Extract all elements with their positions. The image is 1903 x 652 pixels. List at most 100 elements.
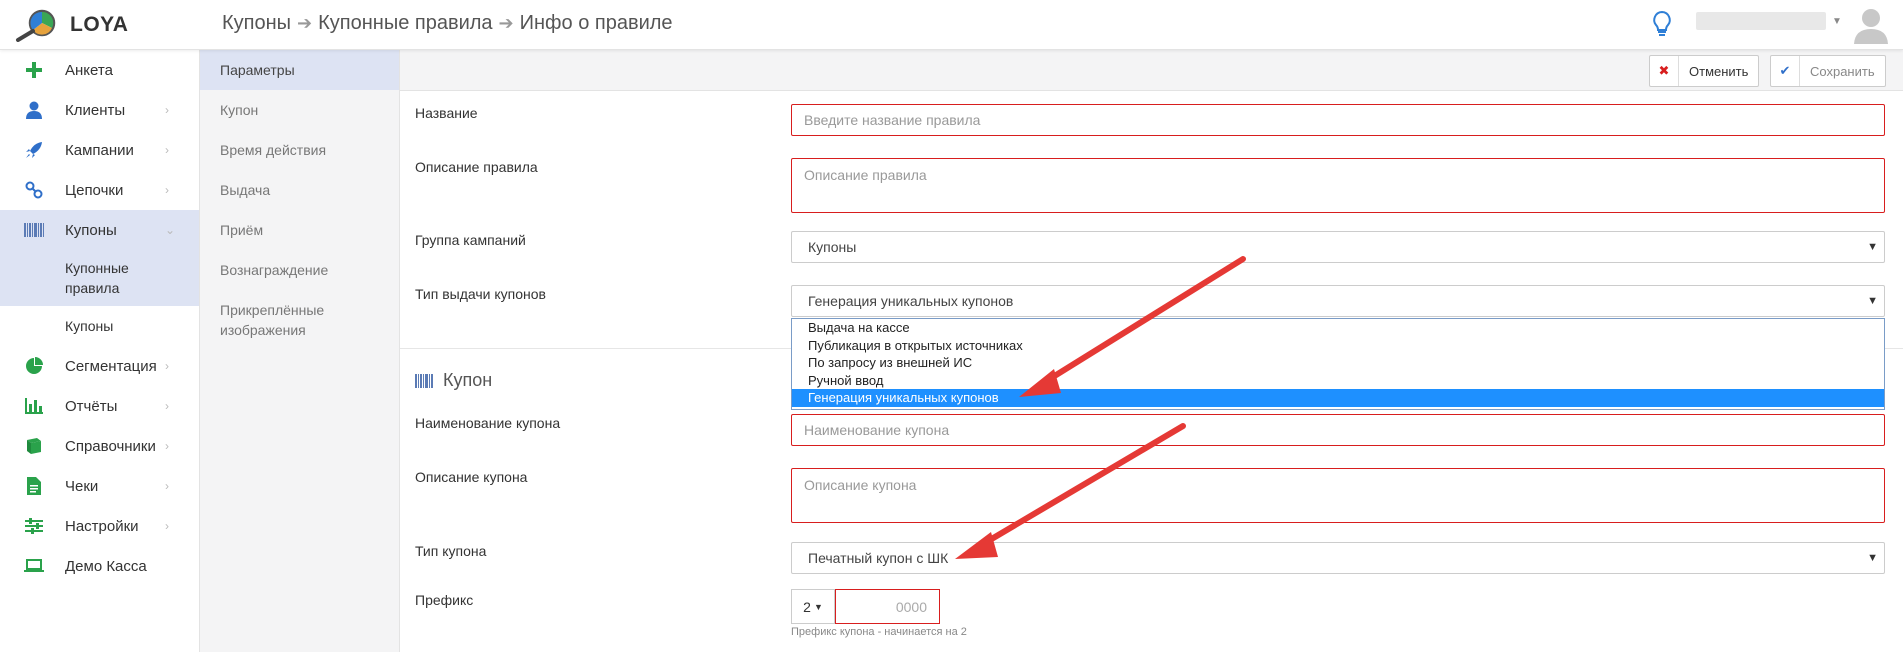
check-icon: ✔	[1771, 56, 1800, 86]
caret-down-icon: ▼	[813, 601, 823, 612]
chevron-right-icon: ›	[165, 143, 169, 157]
breadcrumb-item[interactable]: Купоны	[222, 12, 291, 35]
rule-subnav: Параметры Купон Время действия Выдача Пр…	[200, 50, 400, 652]
subnav-item-coupon[interactable]: Купон	[200, 90, 399, 130]
receipt-icon	[24, 476, 44, 496]
sidebar-item-label: Демо Касса	[65, 557, 147, 575]
caret-down-icon: ▼	[1867, 552, 1878, 564]
sidebar-item-settings[interactable]: Настройки ›	[0, 506, 199, 546]
coupon-type-label: Тип купона	[415, 543, 487, 559]
breadcrumb: Купоны ➔ Купонные правила ➔ Инфо о прави…	[222, 12, 673, 35]
chevron-down-icon: ⌄	[165, 223, 176, 237]
chevron-right-icon: ›	[165, 103, 169, 117]
sidebar-item-label: Сегментация	[65, 357, 157, 375]
sidebar-item-chains[interactable]: Цепочки ›	[0, 170, 199, 210]
app-name: LOYA	[70, 13, 129, 36]
coupon-type-select[interactable]: Печатный купон с ШК ▼	[791, 542, 1885, 574]
coupon-name-label: Наименование купона	[415, 415, 561, 431]
save-button[interactable]: ✔ Сохранить	[1770, 55, 1886, 87]
sidebar-item-segmentation[interactable]: Сегментация ›	[0, 346, 199, 386]
coupon-section-title: Купон	[415, 370, 492, 391]
lightbulb-icon[interactable]	[1651, 10, 1673, 42]
sidebar-item-label: Чеки	[65, 477, 99, 495]
top-header: LOYA Купоны ➔ Купонные правила ➔ Инфо о …	[0, 0, 1903, 50]
prefix-select[interactable]: 2 ▼	[791, 589, 835, 624]
subnav-item-images[interactable]: Прикреплённые изображения	[200, 290, 399, 350]
sliders-icon	[24, 516, 44, 536]
sidebar-item-clients[interactable]: Клиенты ›	[0, 90, 199, 130]
prefix-label: Префикс	[415, 592, 474, 608]
sidebar-item-label: Настройки	[65, 517, 139, 535]
dropdown-option[interactable]: По запросу из внешней ИС	[792, 354, 1884, 372]
subnav-item-validity[interactable]: Время действия	[200, 130, 399, 170]
toolbar: ✖ Отменить ✔ Сохранить	[400, 50, 1903, 91]
sidebar-subitem-label: Купоны	[65, 318, 114, 334]
caret-down-icon[interactable]: ▼	[1832, 16, 1842, 27]
campaign-group-label: Группа кампаний	[415, 232, 526, 248]
sidebar-item-profile[interactable]: Анкета	[0, 50, 199, 90]
arrow-right-icon: ➔	[498, 13, 514, 33]
sidebar-subitem-label: Купонные правила	[65, 260, 129, 296]
coupon-description-textarea[interactable]: Описание купона	[791, 468, 1885, 523]
barcode-icon	[415, 373, 433, 388]
arrow-right-icon: ➔	[297, 13, 313, 33]
cancel-button[interactable]: ✖ Отменить	[1649, 55, 1760, 87]
sidebar-item-label: Отчёты	[65, 397, 118, 415]
subnav-item-parameters[interactable]: Параметры	[200, 50, 399, 90]
chain-icon	[24, 180, 44, 200]
coupon-section-label: Купон	[443, 370, 493, 390]
subnav-item-label: Прикреплённые изображения	[220, 302, 325, 338]
subnav-item-issue[interactable]: Выдача	[200, 170, 399, 210]
laptop-icon	[24, 556, 44, 576]
prefix-hint: Префикс купона - начинается на 2	[791, 626, 967, 638]
coupon-name-input[interactable]: Наименование купона	[791, 414, 1885, 446]
sidebar-item-coupons[interactable]: Купоны ⌄	[0, 210, 199, 250]
name-input[interactable]: Введите название правила	[791, 104, 1885, 136]
sidebar-item-campaigns[interactable]: Кампании ›	[0, 130, 199, 170]
breadcrumb-current: Инфо о правиле	[519, 12, 673, 34]
sidebar-item-references[interactable]: Справочники ›	[0, 426, 199, 466]
subnav-item-acceptance[interactable]: Приём	[200, 210, 399, 250]
sidebar-subitem-coupons[interactable]: Купоны	[0, 306, 199, 346]
sidebar-item-label: Клиенты	[65, 101, 126, 119]
dropdown-option[interactable]: Публикация в открытых источниках	[792, 337, 1884, 355]
user-icon	[24, 100, 44, 120]
sidebar-subitem-coupon-rules[interactable]: Купонные правила	[0, 250, 199, 306]
issue-type-value: Генерация уникальных купонов	[808, 293, 1014, 309]
sidebar: Анкета Клиенты › Кампании › Цепочки › Ку…	[0, 50, 200, 652]
sidebar-item-demo-cashbox[interactable]: Демо Касса	[0, 546, 199, 586]
prefix-select-value: 2	[803, 598, 811, 615]
campaign-group-select[interactable]: Купоны ▼	[791, 231, 1885, 263]
barcode-icon	[24, 220, 44, 240]
app-logo[interactable]: LOYA	[14, 8, 200, 42]
breadcrumb-item[interactable]: Купонные правила	[318, 12, 492, 35]
coupon-type-value: Печатный купон с ШК	[808, 550, 949, 566]
close-icon: ✖	[1650, 56, 1679, 86]
dropdown-option-selected[interactable]: Генерация уникальных купонов	[792, 389, 1884, 407]
sidebar-item-label: Справочники	[65, 437, 156, 455]
sidebar-item-label: Купоны	[65, 221, 117, 239]
description-textarea[interactable]: Описание правила	[791, 158, 1885, 213]
plus-icon	[24, 60, 44, 80]
sidebar-item-reports[interactable]: Отчёты ›	[0, 386, 199, 426]
dropdown-option[interactable]: Ручной ввод	[792, 372, 1884, 390]
subnav-item-reward[interactable]: Вознаграждение	[200, 250, 399, 290]
save-button-label: Сохранить	[1810, 63, 1875, 79]
sidebar-item-label: Кампании	[65, 141, 134, 159]
chevron-right-icon: ›	[165, 479, 169, 493]
issue-type-label: Тип выдачи купонов	[415, 286, 546, 302]
caret-down-icon: ▼	[1867, 241, 1878, 253]
issue-type-select[interactable]: Генерация уникальных купонов ▼	[791, 285, 1885, 317]
pie-chart-icon	[24, 356, 44, 376]
sidebar-item-receipts[interactable]: Чеки ›	[0, 466, 199, 506]
sidebar-item-label: Анкета	[65, 61, 113, 79]
chevron-right-icon: ›	[165, 399, 169, 413]
dropdown-option[interactable]: Выдача на кассе	[792, 319, 1884, 337]
avatar[interactable]	[1851, 4, 1891, 44]
user-name-blurred[interactable]	[1696, 12, 1826, 30]
campaign-group-value: Купоны	[808, 239, 857, 255]
coupon-description-label: Описание купона	[415, 469, 528, 485]
prefix-input[interactable]: 0000	[835, 589, 940, 624]
caret-down-icon: ▼	[1867, 295, 1878, 307]
chevron-right-icon: ›	[165, 183, 169, 197]
